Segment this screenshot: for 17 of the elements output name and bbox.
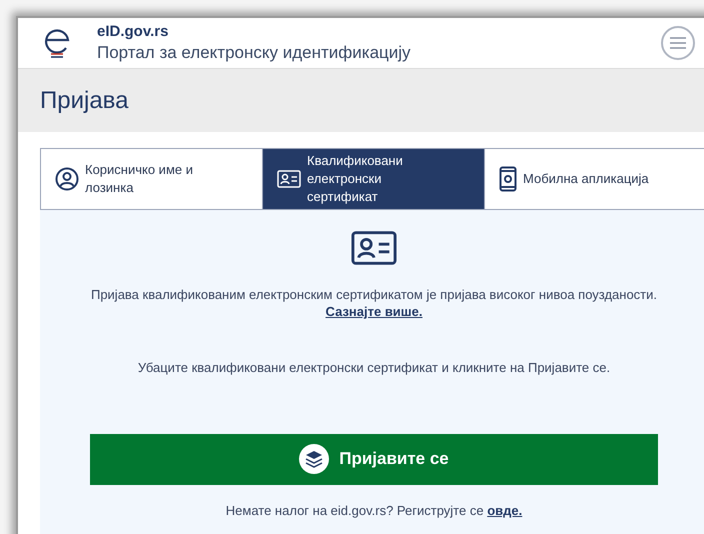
site-subtitle: Портал за електронску идентификацију bbox=[97, 42, 411, 63]
user-icon bbox=[55, 167, 79, 191]
menu-icon bbox=[670, 37, 686, 49]
register-link[interactable]: овде. bbox=[487, 502, 522, 518]
phone-icon bbox=[499, 166, 517, 192]
register-text: Немате налог на eid.gov.rs? Региструјте се овде. bbox=[226, 502, 522, 518]
id-card-icon bbox=[351, 230, 397, 266]
layers-icon bbox=[299, 444, 330, 474]
site-name: eID.gov.rs bbox=[97, 23, 170, 42]
id-card-icon bbox=[277, 169, 301, 189]
instruction-text: Убаците квалификовани електронски сертификат и кликните на Пријавите се. bbox=[138, 359, 610, 377]
learn-more-link[interactable]: Сазнајте више. bbox=[326, 304, 422, 319]
page-title: Пријава bbox=[40, 86, 129, 116]
login-tab[interactable]: Квалификовани електронски сертификат bbox=[263, 149, 485, 209]
login-button[interactable]: Пријавите се bbox=[90, 434, 658, 484]
info-text: Пријава квалификованим електронским сертификатом је пријава високог нивоа поузданости. Сазнајте више. bbox=[90, 286, 658, 320]
menu-button[interactable] bbox=[660, 26, 695, 60]
